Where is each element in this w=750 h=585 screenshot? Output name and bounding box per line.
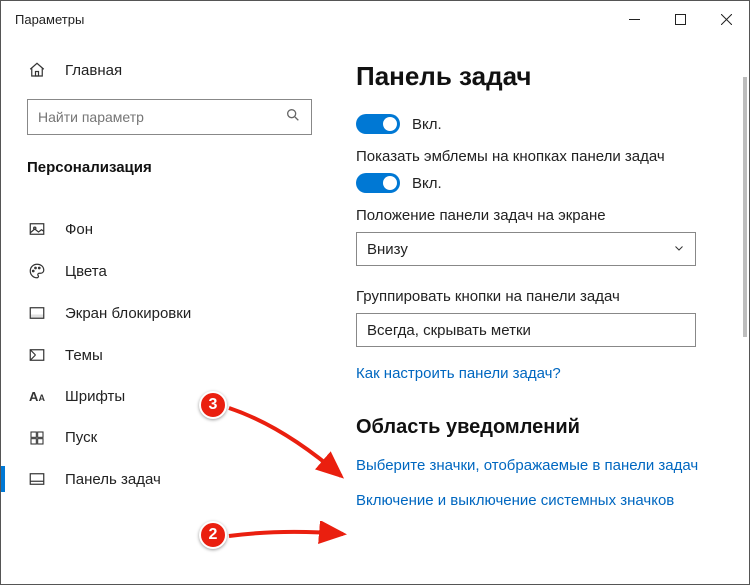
sidebar-item-label: Фон bbox=[65, 221, 93, 238]
search-icon bbox=[285, 107, 301, 128]
annotation-badge-3: 3 bbox=[199, 391, 227, 419]
titlebar: Параметры bbox=[1, 1, 749, 37]
sidebar-item-taskbar[interactable]: Панель задач bbox=[1, 458, 346, 500]
sidebar-item-label: Экран блокировки bbox=[65, 305, 191, 322]
close-button[interactable] bbox=[703, 1, 749, 37]
help-link[interactable]: Как настроить панели задач? bbox=[356, 365, 731, 382]
sidebar-item-label: Панель задач bbox=[65, 471, 161, 488]
page-title: Панель задач bbox=[356, 61, 731, 92]
select-group-value: Всегда, скрывать метки bbox=[367, 322, 531, 339]
section-title: Персонализация bbox=[1, 153, 346, 190]
select-group[interactable]: Всегда, скрывать метки bbox=[356, 313, 696, 347]
link-select-icons[interactable]: Выберите значки, отображаемые в панели з… bbox=[356, 457, 731, 474]
chevron-down-icon bbox=[673, 241, 685, 258]
sidebar-item-fonts[interactable]: AA Шрифты bbox=[1, 376, 346, 417]
search-input[interactable] bbox=[38, 109, 285, 125]
scrollbar[interactable] bbox=[743, 77, 747, 337]
fonts-icon: AA bbox=[27, 389, 47, 404]
minimize-button[interactable] bbox=[611, 1, 657, 37]
search-input-wrap[interactable] bbox=[27, 99, 312, 135]
picture-icon bbox=[27, 220, 47, 238]
home-icon bbox=[27, 61, 47, 79]
caption-position: Положение панели задач на экране bbox=[356, 207, 731, 224]
sidebar-item-colors[interactable]: Цвета bbox=[1, 250, 346, 292]
themes-icon bbox=[27, 346, 47, 364]
sidebar-item-label: Темы bbox=[65, 347, 103, 364]
window-title: Параметры bbox=[15, 12, 84, 27]
caption-group: Группировать кнопки на панели задач bbox=[356, 288, 731, 305]
home-label: Главная bbox=[65, 62, 122, 79]
lockscreen-icon bbox=[27, 304, 47, 322]
home-nav[interactable]: Главная bbox=[1, 53, 346, 87]
toggle-2-label: Вкл. bbox=[412, 175, 442, 192]
section-notifications: Область уведомлений bbox=[356, 416, 731, 439]
toggle-1[interactable] bbox=[356, 114, 400, 134]
sidebar-item-background[interactable]: Фон bbox=[1, 208, 346, 250]
taskbar-icon bbox=[27, 470, 47, 488]
select-position[interactable]: Внизу bbox=[356, 232, 696, 266]
sidebar: Главная Персонализация Фон Цвета Экран б… bbox=[1, 37, 346, 584]
toggle-2[interactable] bbox=[356, 173, 400, 193]
sidebar-item-label: Шрифты bbox=[65, 388, 125, 405]
link-system-icons[interactable]: Включение и выключение системных значков bbox=[356, 492, 731, 509]
caption-badges: Показать эмблемы на кнопках панели задач bbox=[356, 148, 731, 165]
start-icon bbox=[27, 430, 47, 446]
sidebar-item-themes[interactable]: Темы bbox=[1, 334, 346, 376]
sidebar-item-label: Цвета bbox=[65, 263, 107, 280]
annotation-badge-2: 2 bbox=[199, 521, 227, 549]
main-panel: Панель задач Вкл. Показать эмблемы на кн… bbox=[346, 37, 749, 584]
palette-icon bbox=[27, 262, 47, 280]
sidebar-item-lockscreen[interactable]: Экран блокировки bbox=[1, 292, 346, 334]
select-position-value: Внизу bbox=[367, 241, 408, 258]
sidebar-item-label: Пуск bbox=[65, 429, 97, 446]
maximize-button[interactable] bbox=[657, 1, 703, 37]
sidebar-item-start[interactable]: Пуск bbox=[1, 417, 346, 458]
toggle-1-label: Вкл. bbox=[412, 116, 442, 133]
